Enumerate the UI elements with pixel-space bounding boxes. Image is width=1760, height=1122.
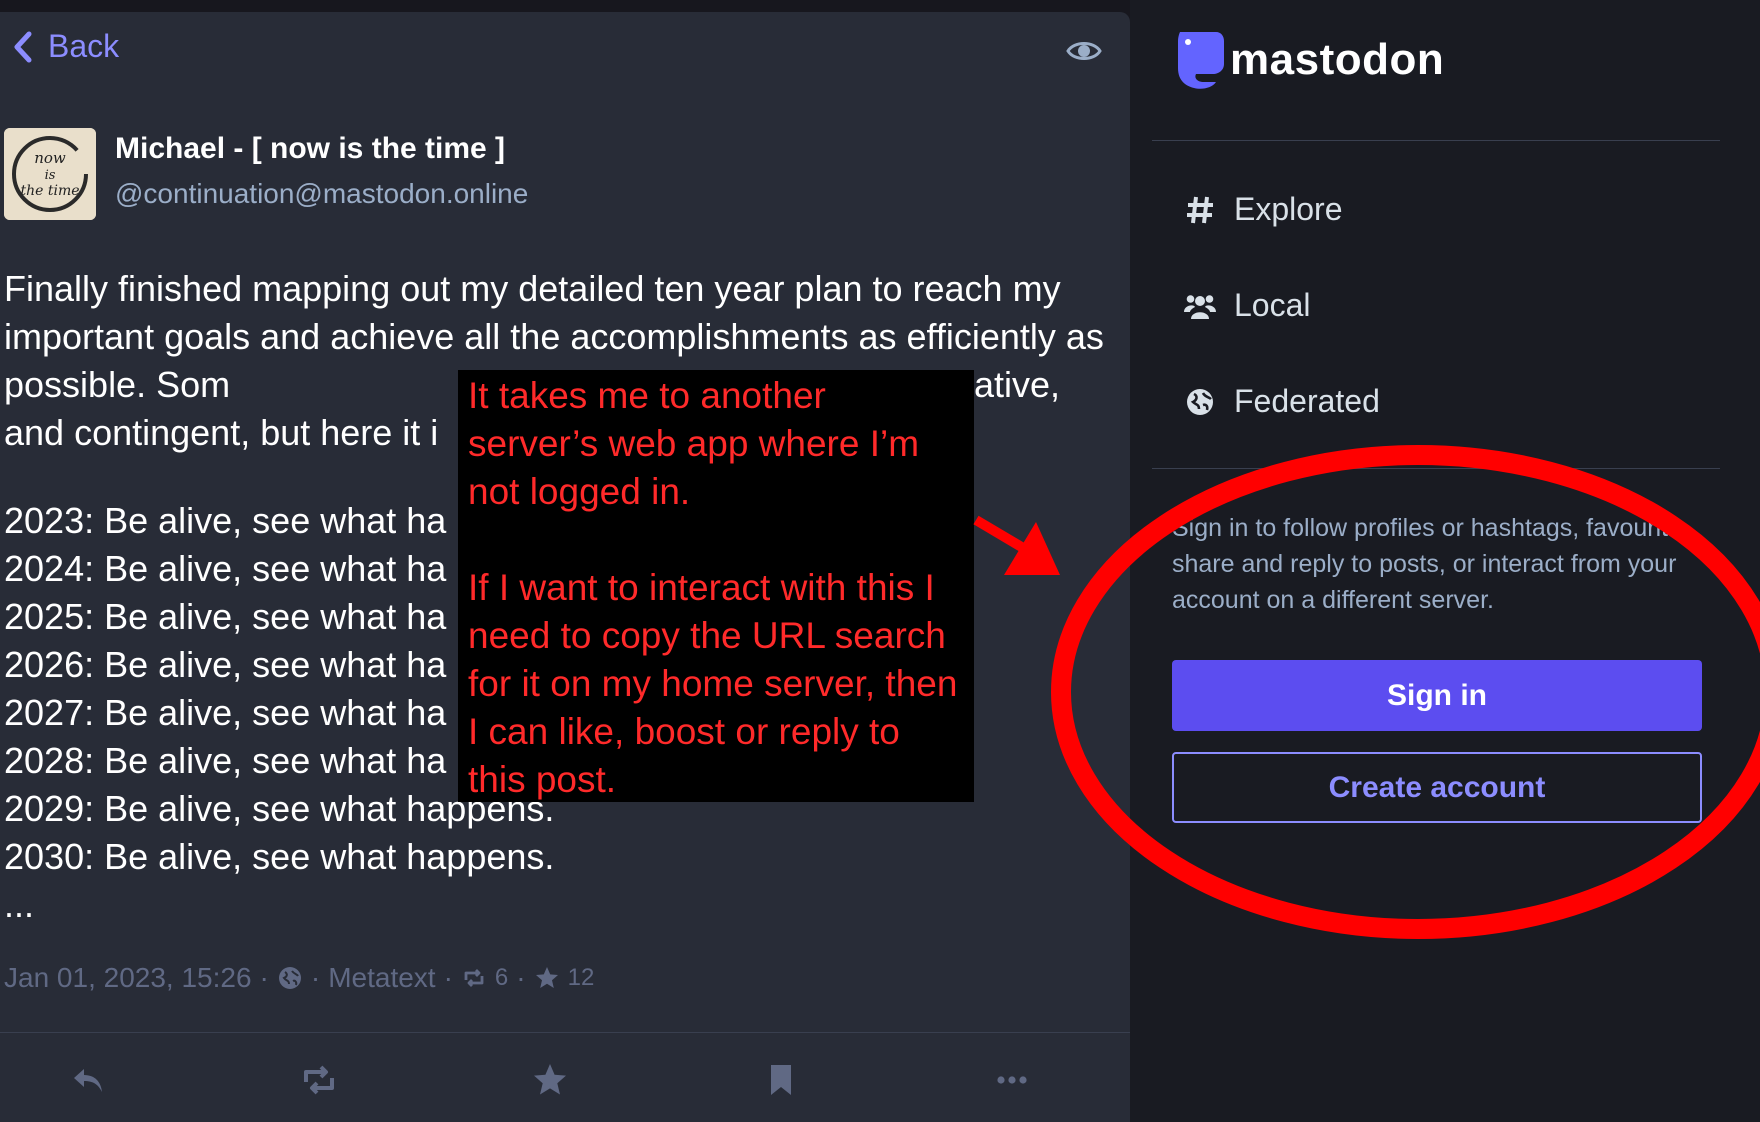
post-application[interactable]: Metatext (328, 962, 435, 994)
back-button[interactable]: Back (12, 28, 119, 65)
avatar-text-line-2: is (45, 168, 56, 183)
signin-prompt: Sign in to follow profiles or hashtags, … (1172, 514, 1689, 614)
reply-button[interactable] (66, 1058, 110, 1102)
boost-icon (464, 969, 484, 987)
more-button[interactable] (990, 1058, 1034, 1102)
annotation-text-1: It takes me to another server’s web app … (468, 375, 920, 512)
action-bar-divider (0, 1032, 1130, 1033)
avatar[interactable]: now is the time (4, 128, 96, 220)
favourite-count[interactable]: 12 (568, 964, 595, 992)
brand-name: mastodon (1230, 35, 1445, 84)
author-display-name[interactable]: Michael - [ now is the time ] (115, 132, 505, 166)
reply-icon (74, 1069, 102, 1092)
mastodon-logo[interactable]: mastodon (1172, 28, 1444, 92)
avatar-text-line-1: now (34, 149, 66, 167)
boost-button[interactable] (297, 1058, 341, 1102)
avatar-text-line-3: the time (20, 183, 79, 199)
globe-icon (278, 967, 301, 989)
avatar-image: now is the time (4, 128, 96, 220)
meta-separator: · (259, 962, 269, 993)
back-label: Back (48, 28, 120, 64)
post-meta: Jan 01, 2023, 15:26 · · Metatext · 6 · 1… (4, 962, 594, 994)
nav-label-local: Local (1234, 287, 1311, 323)
post-action-bar (0, 1040, 1130, 1120)
meta-separator: · (310, 962, 321, 993)
sidebar-divider (1152, 468, 1720, 469)
boost-icon (304, 1065, 334, 1095)
hashtag-icon (1187, 196, 1213, 223)
plan-line: 2030: Be alive, see what happens. (4, 836, 555, 877)
meta-separator: · (443, 962, 453, 993)
create-account-button[interactable]: Create account (1172, 752, 1702, 823)
post-date[interactable]: Jan 01, 2023, 15:26 (4, 962, 252, 994)
eye-icon[interactable] (1066, 36, 1102, 66)
plan-line: ... (4, 884, 35, 925)
star-icon (534, 1064, 566, 1095)
bookmark-button[interactable] (759, 1058, 803, 1102)
users-icon (1184, 294, 1216, 319)
chevron-left-icon (14, 31, 32, 62)
bookmark-icon (771, 1065, 791, 1095)
post-intro-fragment-right: ative, (974, 364, 1061, 405)
sidebar-divider (1152, 140, 1720, 141)
meta-separator: · (516, 962, 526, 993)
author-handle[interactable]: @continuation@mastodon.online (115, 178, 528, 210)
star-icon (535, 967, 558, 988)
favourite-button[interactable] (528, 1058, 572, 1102)
mastodon-logo-icon (1178, 32, 1224, 89)
annotation-callout: It takes me to another server’s web app … (458, 370, 974, 802)
sign-in-button[interactable]: Sign in (1172, 660, 1702, 731)
nav-item-local[interactable]: Local (1184, 287, 1311, 324)
nav-item-federated[interactable]: Federated (1184, 383, 1380, 420)
ellipsis-icon (997, 1076, 1027, 1084)
nav-label-federated: Federated (1234, 383, 1380, 419)
boost-count[interactable]: 6 (495, 964, 508, 992)
globe-icon (1187, 388, 1213, 415)
nav-item-explore[interactable]: Explore (1184, 191, 1343, 228)
annotation-text-2: If I want to interact with this I need t… (468, 567, 958, 800)
nav-label-explore: Explore (1234, 191, 1343, 227)
